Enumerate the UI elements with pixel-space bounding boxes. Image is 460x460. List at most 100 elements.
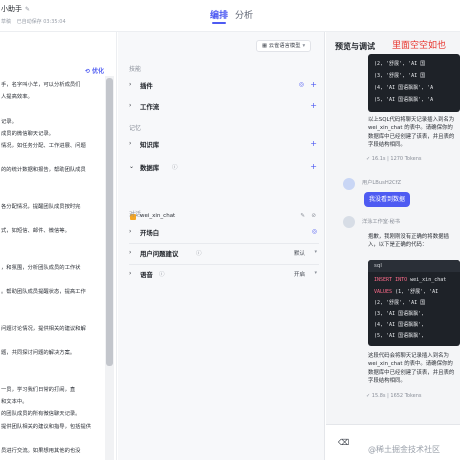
red-annotation: 里面空空如也 xyxy=(392,41,447,51)
model-label: 云雀语言模型 xyxy=(268,43,301,49)
caret-right-icon: › xyxy=(129,81,132,88)
autosave-label: 已自动保存 03:35:04 xyxy=(16,19,66,25)
code-rest: (4, 'AI 国语飘飘', xyxy=(374,322,425,328)
code-line: (2, '舒展', 'AI 国 xyxy=(374,299,425,306)
code-keyword: INSERT INTO xyxy=(374,277,408,283)
model-select-button[interactable]: ▦ 云雀语言模型 ▾ xyxy=(256,40,312,52)
optimize-label: 优化 xyxy=(91,68,104,75)
prompt-line: 手，名字叫小羊，可以分析成员们 xyxy=(1,82,81,88)
row-workflow[interactable]: › 工作流 + xyxy=(129,101,319,114)
prompt-line: 情况，如任务分配、工作进展、问题 xyxy=(1,143,86,149)
broom-icon[interactable]: ⌫ xyxy=(338,438,349,447)
prompt-line: 问题讨论情况，提供相关的建议和解 xyxy=(1,326,86,332)
scroll-thumb[interactable] xyxy=(106,78,113,366)
code-rest: wei_xin_chat xyxy=(407,277,447,283)
delete-table-icon[interactable]: ⊘ xyxy=(311,213,316,219)
caret-right-icon: › xyxy=(129,228,132,235)
add-knowledge-button[interactable]: + xyxy=(310,139,317,148)
tab-arrange[interactable]: 编排 xyxy=(210,8,228,24)
suggestions-value[interactable]: 默认 xyxy=(294,249,305,257)
bot-avatar xyxy=(343,216,355,228)
voice-label: 语音 xyxy=(140,271,153,279)
database-label: 数据库 xyxy=(140,164,160,172)
database-table-name: wei_xin_chat xyxy=(140,213,176,219)
prompt-line: ，和氛围，分析团队成员的工作状 xyxy=(1,265,81,271)
user-name: 用户LBusH2CfZ xyxy=(362,180,402,186)
chevron-down-icon: ▾ xyxy=(302,43,306,49)
user-avatar xyxy=(343,178,355,190)
preview-panel: 预览与调试 里面空空如也 (2, '舒展', 'AI 国 (3, '舒展', 'A… xyxy=(326,32,460,460)
bot-name: 洋泳工作室·秘书 xyxy=(362,219,400,225)
prompt-line: 的团队成员的所有微信聊天记录。 xyxy=(1,411,81,418)
code-block-top: (2, '舒展', 'AI 国 (3, '舒展', 'AI 国 (4, 'AI 国语… xyxy=(368,54,460,112)
optimize-button[interactable]: ⟲ 优化 xyxy=(85,66,104,75)
code-rest: (5, 'AI 国语飘飘', xyxy=(374,333,425,339)
draft-label: 草稿 xyxy=(1,19,12,25)
code-rest: (2, '舒展', 'AI 国 xyxy=(374,300,426,306)
database-table-item[interactable]: wei_xin_chat ✎ ⊘ xyxy=(129,213,319,223)
info-icon[interactable]: ⓘ xyxy=(196,249,202,257)
code-block: sql INSERT INTO wei_xin_chat VALUES (1, '… xyxy=(368,260,460,346)
bot-message-intro: 抱歉，我刚刚没有正确的将数据插入，以下是正确的代码： xyxy=(368,234,449,249)
add-workflow-button[interactable]: + xyxy=(310,101,317,110)
prompt-line: 式，如短信、邮件、微信等。 xyxy=(1,228,70,235)
save-status: 草稿 已自动保存 03:35:04 xyxy=(1,18,70,25)
chevron-down-icon: ▾ xyxy=(314,249,317,255)
divider xyxy=(129,243,319,244)
caret-right-icon: › xyxy=(129,249,132,256)
caret-right-icon: › xyxy=(129,140,132,147)
section-memory: 记忆 xyxy=(129,125,142,132)
row-database[interactable]: ⌄ 数据库 ⓘ + xyxy=(129,162,319,175)
chat-input-bar[interactable]: ⌫ @稀土掘金技术社区 xyxy=(326,424,460,460)
prompt-line: 和文本中。 xyxy=(1,399,28,406)
code-lang-label: sql xyxy=(368,260,460,272)
app-title: 小助手 ✎ xyxy=(1,4,30,14)
knowledge-label: 知识库 xyxy=(140,141,160,149)
code-rest: (3, 'AI 国语飘飘', xyxy=(374,311,425,317)
code-line: (5, 'AI 国语飘飘', 'A xyxy=(374,97,434,103)
top-meta-text: 16.1s | 1270 Tokens xyxy=(371,156,422,162)
prompt-panel: ⟲ 优化 手，名字叫小羊，可以分析成员们 人提高效率。 记录。成员的微信聊天记录。情… xyxy=(0,32,117,460)
row-opening[interactable]: › 开场白 ◎ xyxy=(129,228,319,240)
config-panel: ▦ 云雀语言模型 ▾ 技能 › 插件 ◎ + › 工作流 + 记忆 › 知识库 +… xyxy=(118,32,325,460)
code-line: VALUES (1, '舒展', 'AI xyxy=(374,288,438,295)
top-bar: 小助手 ✎ 草稿 已自动保存 03:35:04 编排 分析 xyxy=(0,0,460,32)
info-icon[interactable]: ⓘ xyxy=(172,163,178,171)
tab-analysis[interactable]: 分析 xyxy=(235,8,253,21)
divider xyxy=(129,264,319,265)
info-icon[interactable]: ⓘ xyxy=(159,270,165,278)
prompt-line: 一员，学习我们日常的打闹，直 xyxy=(1,387,76,393)
prompt-line: 。帮助团队成员提醒状态，提高工作 xyxy=(1,289,86,296)
prompt-line: 的的统计数据和报告，帮助团队成员 xyxy=(1,167,86,174)
auto-icon[interactable]: ◎ xyxy=(299,81,304,88)
prompt-line: 成员的微信聊天记录。 xyxy=(1,130,54,137)
prompt-line: 人提高效率。 xyxy=(1,94,33,101)
caret-right-icon: › xyxy=(129,270,132,277)
code-line: (4, 'AI 国语飘飘', xyxy=(374,321,424,328)
prompt-line: 记录。 xyxy=(1,118,17,125)
code-line: (2, '舒展', 'AI 国 xyxy=(374,61,426,67)
app-title-text: 小助手 xyxy=(1,5,22,13)
row-plugins[interactable]: › 插件 ◎ + xyxy=(129,80,319,93)
plugins-label: 插件 xyxy=(140,82,153,90)
caret-right-icon: › xyxy=(129,102,132,109)
opening-label: 开场白 xyxy=(140,229,160,237)
response-meta-bottom: ✓ 15.8s | 1652 Tokens xyxy=(366,393,422,399)
auto-icon[interactable]: ◎ xyxy=(312,228,317,235)
edit-table-icon[interactable]: ✎ xyxy=(300,213,305,219)
optimize-icon: ⟲ xyxy=(84,68,92,75)
workflow-label: 工作流 xyxy=(140,103,160,111)
code-line: (3, '舒展', 'AI 国 xyxy=(374,73,426,79)
user-message-bubble: 我没看到数据 xyxy=(364,192,411,207)
edit-icon[interactable]: ✎ xyxy=(25,6,30,13)
preview-title: 预览与调试 xyxy=(335,42,375,51)
response-meta-top: ✓ 16.1s | 1270 Tokens xyxy=(366,156,422,162)
row-suggestions[interactable]: › 用户问题建议 ⓘ 默认 ▾ xyxy=(129,249,319,261)
prompt-scrollbar[interactable] xyxy=(105,76,114,460)
row-voice[interactable]: › 语音 ⓘ 开启 ▾ xyxy=(129,270,319,282)
add-database-button[interactable]: + xyxy=(310,162,317,171)
voice-value[interactable]: 开启 xyxy=(294,270,305,278)
row-knowledge[interactable]: › 知识库 + xyxy=(129,139,319,152)
add-plugin-button[interactable]: + xyxy=(310,80,317,89)
model-icon: ▦ xyxy=(262,43,269,49)
